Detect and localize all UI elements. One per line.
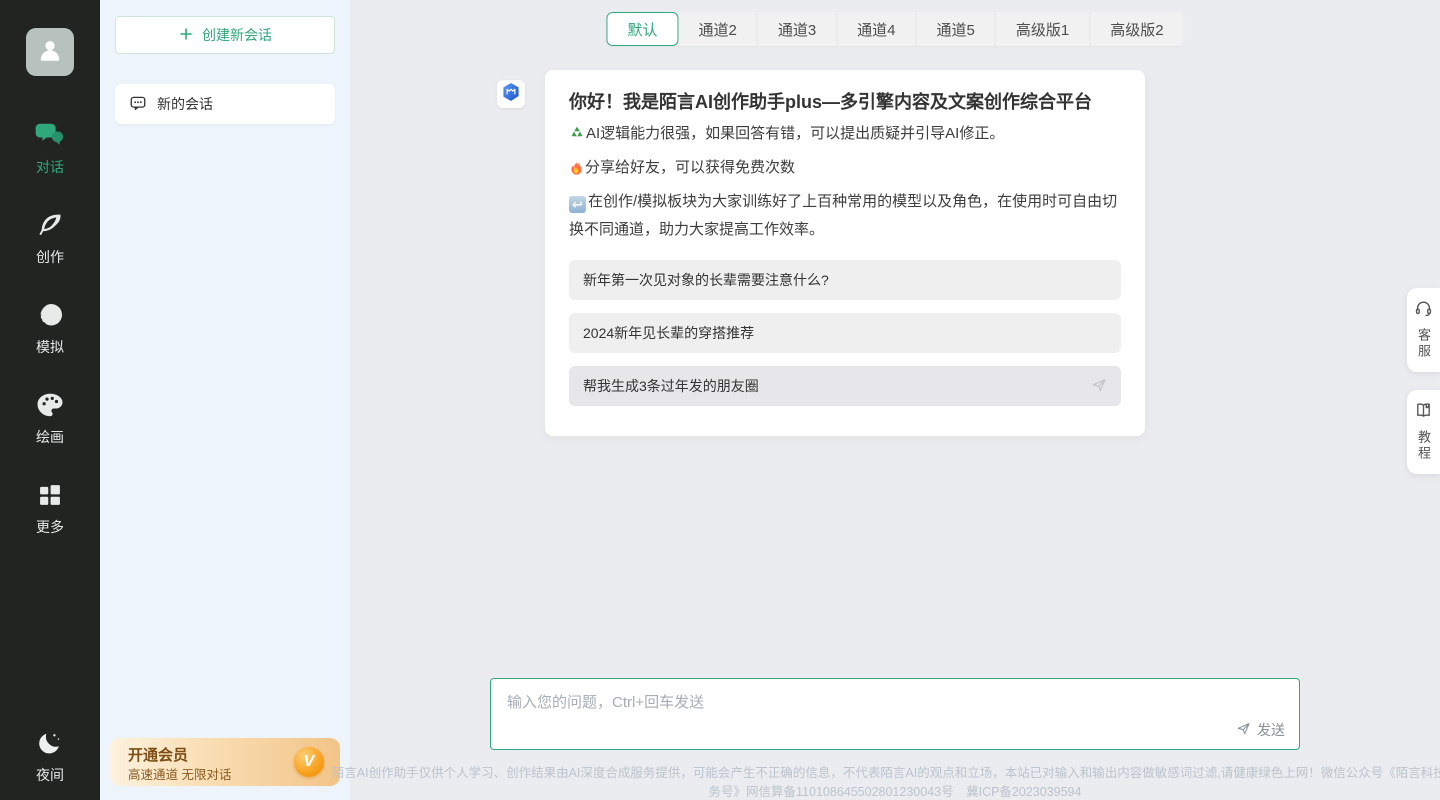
welcome-line: ↩在创作/模拟板块为大家训练好了上百种常用的模型以及角色，在使用时可自由切换不同… [569,188,1121,244]
disclaimer-footer: 陌言AI创作助手仅供个人学习、创作结果由AI深度合成服务提供，可能会产生不正确的… [310,764,1440,800]
tab-default[interactable]: 默认 [606,12,678,46]
customer-service-label: 客服 [1414,328,1433,360]
palette-icon [35,390,65,420]
chat-main: 默认 通道2 通道3 通道4 通道5 高级版1 高级版2 你好！我是陌言AI创作… [350,0,1440,800]
create-session-button[interactable]: 创建新会话 [115,16,335,54]
paper-plane-icon [1236,721,1251,739]
membership-subtitle: 高速通道 无限对话 [128,764,231,783]
bot-avatar [497,80,525,108]
grid-icon [35,480,65,510]
tab-advanced-2[interactable]: 高级版2 [1090,12,1183,46]
tutorial-label: 教程 [1414,430,1433,462]
session-panel: 创建新会话 新的会话 开通会员 高速通道 无限对话 V [100,0,350,800]
persona-head-icon [35,300,65,330]
disclaimer-line-2: 务号》网信算备110108645502801230043号 冀ICP备20230… [310,783,1440,800]
quill-icon [35,210,65,240]
person-icon [35,35,65,70]
suggestion-list: 新年第一次见对象的长辈需要注意什么? 2024新年见长辈的穿搭推荐 帮我生成3条… [569,260,1121,406]
icon-sidebar: 对话 创作 模拟 绘画 更多 [0,0,100,800]
tab-advanced-1[interactable]: 高级版1 [996,12,1090,46]
suggestion-text: 帮我生成3条过年发的朋友圈 [583,376,759,396]
sidebar-item-label: 更多 [36,517,64,537]
suggestion-text: 新年第一次见对象的长辈需要注意什么? [583,270,829,290]
suggestion-item[interactable]: 新年第一次见对象的长辈需要注意什么? [569,260,1121,300]
session-label: 新的会话 [157,94,213,114]
disclaimer-line-1: 陌言AI创作助手仅供个人学习、创作结果由AI深度合成服务提供，可能会产生不正确的… [310,764,1440,783]
chat-input[interactable] [491,679,1299,721]
sidebar-item-chat[interactable]: 对话 [0,120,100,177]
bot-logo-icon [500,81,522,108]
plus-icon [178,26,194,45]
welcome-title: 你好！我是陌言AI创作助手plus—多引擎内容及文案创作综合平台 [569,91,1121,114]
chat-bubbles-icon [35,120,65,150]
suggestion-item[interactable]: 2024新年见长辈的穿搭推荐 [569,313,1121,353]
tab-channel-2[interactable]: 通道2 [678,12,757,46]
tab-channel-5[interactable]: 通道5 [917,12,996,46]
send-plane-icon [1091,377,1107,396]
suggestion-item[interactable]: 帮我生成3条过年发的朋友圈 [569,366,1121,406]
app-root: 对话 创作 模拟 绘画 更多 [0,0,1440,800]
welcome-line: AI逻辑能力很强，如果回答有错，可以提出质疑并引导AI修正。 [569,120,1121,148]
user-avatar[interactable] [26,28,74,76]
recycle-icon [569,125,585,141]
headset-icon [1414,299,1433,323]
sidebar-item-label: 绘画 [36,427,64,447]
sidebar-item-label: 创作 [36,247,64,267]
sidebar-item-more[interactable]: 更多 [0,480,100,537]
tab-channel-3[interactable]: 通道3 [758,12,837,46]
sidebar-item-night-mode[interactable]: 夜间 [0,728,100,785]
sidebar-item-label: 模拟 [36,337,64,357]
membership-title: 开通会员 [128,744,188,765]
tutorial-widget[interactable]: 教程 [1407,390,1440,474]
moon-icon [35,728,65,758]
sidebar-item-label: 对话 [36,157,64,177]
session-list-item[interactable]: 新的会话 [115,84,335,124]
send-label: 发送 [1257,720,1285,740]
create-session-label: 创建新会话 [202,25,272,45]
sidebar-item-simulate[interactable]: 模拟 [0,300,100,357]
suggestion-text: 2024新年见长辈的穿搭推荐 [583,323,754,343]
welcome-message-card: 你好！我是陌言AI创作助手plus—多引擎内容及文案创作综合平台 AI逻辑能力很… [545,70,1145,436]
sidebar-item-create[interactable]: 创作 [0,210,100,267]
send-button[interactable]: 发送 [1236,720,1285,740]
channel-tabs: 默认 通道2 通道3 通道4 通道5 高级版1 高级版2 [606,12,1183,46]
fire-icon [569,159,584,175]
customer-service-widget[interactable]: 客服 [1407,288,1440,372]
open-book-icon [1414,401,1433,425]
membership-banner[interactable]: 开通会员 高速通道 无限对话 V [110,738,340,786]
chat-input-box: 发送 [490,678,1300,750]
sidebar-item-label: 夜间 [36,765,64,785]
welcome-line: 分享给好友，可以获得免费次数 [569,154,1121,182]
sidebar-item-draw[interactable]: 绘画 [0,390,100,447]
tab-channel-4[interactable]: 通道4 [837,12,916,46]
return-arrow-icon: ↩ [569,196,586,213]
message-icon [129,94,147,115]
